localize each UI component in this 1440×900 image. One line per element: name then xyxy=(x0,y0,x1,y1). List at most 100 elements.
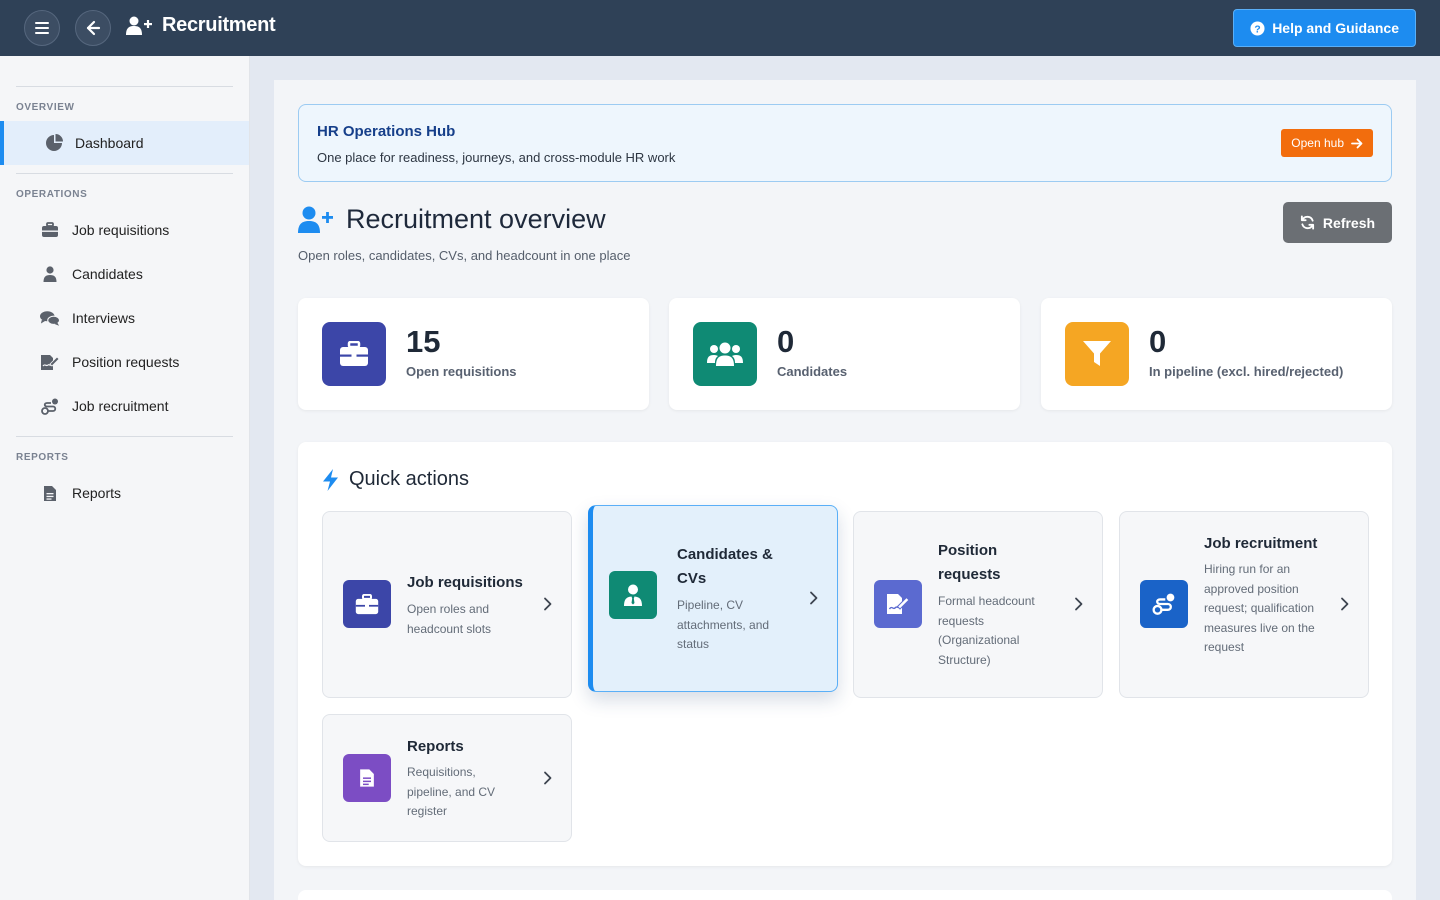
stat-card-in-pipeline: 0 In pipeline (excl. hired/rejected) xyxy=(1041,298,1392,410)
stat-icon-box xyxy=(1065,322,1129,386)
back-button[interactable] xyxy=(75,10,111,46)
stat-value: 0 xyxy=(1149,324,1167,359)
app-title: Recruitment xyxy=(126,14,276,37)
quick-action-position-requests[interactable]: Position requests Formal headcount reque… xyxy=(853,511,1103,698)
tile-description: Hiring run for an approved position requ… xyxy=(1204,562,1315,654)
hub-subtitle: One place for readiness, journeys, and c… xyxy=(317,150,676,165)
quick-actions-title-text: Quick actions xyxy=(349,468,470,490)
stat-card-open-requisitions: 15 Open requisitions xyxy=(298,298,649,410)
menu-button[interactable] xyxy=(24,10,60,46)
tile-icon-box xyxy=(343,754,391,802)
quick-action-candidates-cvs[interactable]: Candidates & CVs Pipeline, CV attachment… xyxy=(588,505,838,692)
tile-description: Open roles and headcount slots xyxy=(407,602,492,636)
quick-actions-card: Quick actions Job requisitions Open role… xyxy=(298,442,1392,866)
tile-icon-box xyxy=(609,571,657,619)
stat-label: In pipeline (excl. hired/rejected) xyxy=(1149,364,1344,379)
sidebar-item-label: Dashboard xyxy=(75,135,144,151)
route-icon xyxy=(1152,593,1175,615)
sidebar-section-overview: OVERVIEW xyxy=(16,102,75,113)
sidebar-section-reports: REPORTS xyxy=(16,452,69,463)
stat-value: 15 xyxy=(406,324,441,359)
stat-label: Open requisitions xyxy=(406,364,517,379)
page-title-text: Recruitment overview xyxy=(346,204,606,234)
quick-action-reports[interactable]: Reports Requisitions, pipeline, and CV r… xyxy=(322,714,572,842)
tile-icon-box xyxy=(874,580,922,628)
bolt-icon xyxy=(323,468,338,491)
stat-icon-box xyxy=(322,322,386,386)
sidebar-item-label: Position requests xyxy=(72,354,180,370)
quick-actions-title: Quick actions xyxy=(322,468,469,491)
hr-operations-hub-banner: HR Operations Hub One place for readines… xyxy=(298,104,1392,182)
refresh-label: Refresh xyxy=(1322,214,1376,231)
sidebar: OVERVIEW Dashboard OPERATIONS Job requis… xyxy=(0,56,250,900)
page-title: Recruitment overview xyxy=(298,204,606,235)
quick-action-job-recruitment[interactable]: Job recruitment Hiring run for an approv… xyxy=(1119,511,1369,698)
tile-description: Pipeline, CV attachments, and status xyxy=(677,598,770,651)
tile-icon-box xyxy=(343,580,391,628)
sidebar-item-label: Candidates xyxy=(72,266,143,282)
user-plus-icon xyxy=(126,16,152,35)
sidebar-divider xyxy=(16,173,233,174)
stat-card-candidates: 0 Candidates xyxy=(669,298,1020,410)
hub-title: HR Operations Hub xyxy=(317,123,456,140)
tile-title: Candidates & CVs xyxy=(677,546,773,587)
sidebar-section-operations: OPERATIONS xyxy=(16,189,88,200)
briefcase-icon xyxy=(355,593,379,614)
stat-icon-box xyxy=(693,322,757,386)
file-signature-icon xyxy=(887,594,910,614)
main-panel: HR Operations Hub One place for readines… xyxy=(274,80,1416,900)
pie-chart-icon xyxy=(44,134,64,151)
refresh-button[interactable]: Refresh xyxy=(1283,202,1392,243)
route-icon xyxy=(40,398,60,415)
page-subtitle: Open roles, candidates, CVs, and headcou… xyxy=(298,248,631,263)
next-section-card xyxy=(298,890,1392,900)
chevron-right-icon xyxy=(810,591,818,605)
sidebar-divider xyxy=(16,86,233,87)
sidebar-item-job-requisitions[interactable]: Job requisitions xyxy=(0,208,249,252)
tile-description: Requisitions, pipeline, and CV register xyxy=(407,765,496,818)
open-hub-button[interactable]: Open hub xyxy=(1281,129,1373,157)
tile-title: Reports xyxy=(407,738,464,755)
tile-icon-box xyxy=(1140,580,1188,628)
filter-icon xyxy=(1083,341,1111,366)
hamburger-icon xyxy=(35,22,49,34)
user-tie-icon xyxy=(40,266,60,282)
users-icon xyxy=(707,342,743,366)
file-signature-icon xyxy=(40,354,60,370)
quick-action-job-requisitions[interactable]: Job requisitions Open roles and headcoun… xyxy=(322,511,572,698)
help-button[interactable]: ? Help and Guidance xyxy=(1233,9,1416,47)
user-tie-icon xyxy=(624,584,642,606)
user-plus-icon xyxy=(298,206,333,233)
stat-label: Candidates xyxy=(777,364,848,379)
help-button-label: Help and Guidance xyxy=(1272,20,1399,36)
sidebar-item-label: Interviews xyxy=(72,310,136,326)
tile-title: Position requests xyxy=(938,542,1001,583)
question-circle-icon: ? xyxy=(1250,20,1265,36)
sync-icon xyxy=(1300,215,1314,230)
briefcase-icon xyxy=(340,341,368,366)
sidebar-item-reports[interactable]: Reports xyxy=(0,471,249,515)
sidebar-divider xyxy=(16,436,233,437)
chevron-right-icon xyxy=(1075,597,1083,611)
briefcase-icon xyxy=(40,222,60,238)
file-alt-icon xyxy=(40,485,60,501)
file-alt-icon xyxy=(360,769,374,787)
sidebar-item-job-recruitment[interactable]: Job recruitment xyxy=(0,384,249,428)
stat-value: 0 xyxy=(777,324,795,359)
chevron-right-icon xyxy=(544,771,552,785)
tile-title: Job recruitment xyxy=(1204,535,1318,552)
sidebar-item-interviews[interactable]: Interviews xyxy=(0,296,249,340)
sidebar-item-label: Job recruitment xyxy=(72,398,169,414)
app-title-text: Recruitment xyxy=(162,14,276,36)
chevron-right-icon xyxy=(544,597,552,611)
sidebar-item-candidates[interactable]: Candidates xyxy=(0,252,249,296)
chevron-right-icon xyxy=(1341,597,1349,611)
sidebar-item-position-requests[interactable]: Position requests xyxy=(0,340,249,384)
top-bar: Recruitment ? Help and Guidance xyxy=(0,0,1440,56)
open-hub-label: Open hub xyxy=(1291,136,1344,150)
arrow-right-icon xyxy=(1351,138,1363,148)
arrow-left-icon xyxy=(86,20,101,36)
tile-description: Formal headcount requests (Organizationa… xyxy=(938,594,1035,667)
svg-text:?: ? xyxy=(1255,24,1261,35)
sidebar-item-dashboard[interactable]: Dashboard xyxy=(0,121,249,165)
